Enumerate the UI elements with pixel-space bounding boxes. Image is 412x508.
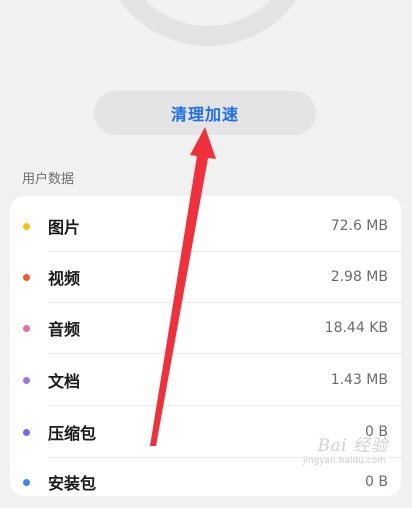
list-item-images[interactable]: 图片 72.6 MB [10,200,401,252]
item-label: 音频 [48,320,81,339]
list-item-documents[interactable]: 文档 1.43 MB [10,354,401,406]
list-item-videos[interactable]: 视频 2.98 MB [10,251,401,303]
category-dot-icon [23,273,30,281]
item-size: 0 B [365,474,388,490]
item-size: 18.44 KB [324,320,388,336]
category-dot-icon [23,478,30,486]
list-item-audio[interactable]: 音频 18.44 KB [10,302,401,354]
section-title-user-data: 用户数据 [22,172,75,187]
clean-accelerate-button[interactable]: 清理加速 [94,91,316,135]
item-size: 72.6 MB [330,218,388,234]
item-label: 图片 [48,218,81,237]
item-label: 安装包 [48,474,97,493]
category-dot-icon [23,376,30,384]
item-label: 文档 [48,372,81,391]
category-dot-icon [23,222,30,230]
watermark-url: jingyan.baidu.com [302,456,386,466]
item-size: 2.98 MB [330,269,388,285]
item-label: 压缩包 [48,424,97,443]
storage-gauge-ring [100,0,316,46]
category-dot-icon [23,428,30,436]
category-dot-icon [23,324,30,332]
watermark-logo: Bai 经验 [317,436,388,456]
item-label: 视频 [48,269,81,288]
item-size: 1.43 MB [330,372,388,388]
